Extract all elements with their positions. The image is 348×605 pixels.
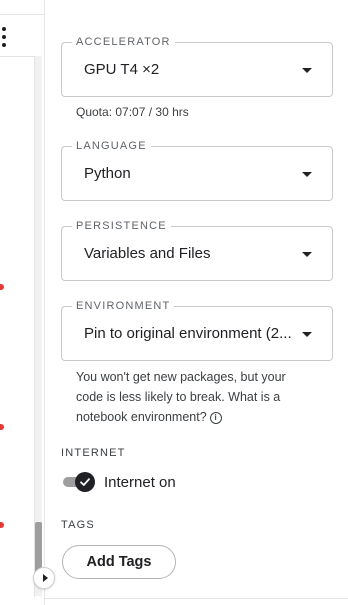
helper-line: code is less likely to break. What is a bbox=[76, 390, 281, 404]
persistence-select[interactable]: PERSISTENCE Variables and Files bbox=[61, 219, 333, 281]
persistence-value: Variables and Files bbox=[84, 245, 211, 262]
internet-toggle-label[interactable]: Internet on bbox=[104, 474, 176, 492]
check-icon bbox=[80, 478, 90, 486]
scrollbar[interactable] bbox=[35, 56, 42, 596]
divider bbox=[0, 14, 44, 15]
internet-toggle[interactable] bbox=[63, 472, 97, 492]
cell-gutter bbox=[0, 56, 35, 597]
persistence-label: PERSISTENCE bbox=[72, 219, 171, 233]
accelerator-select[interactable]: ACCELERATOR GPU T4 ×2 bbox=[61, 35, 333, 97]
quota-text: Quota: 07:07 / 30 hrs bbox=[76, 105, 189, 119]
language-select[interactable]: LANGUAGE Python bbox=[61, 139, 333, 201]
editor-strip bbox=[0, 0, 45, 605]
caret-down-icon bbox=[302, 332, 312, 337]
expand-panel-button[interactable] bbox=[33, 567, 55, 589]
environment-select[interactable]: ENVIRONMENT Pin to original environment … bbox=[61, 299, 333, 361]
environment-value: Pin to original environment (2... bbox=[84, 325, 292, 342]
helper-line: You won't get new packages, but your bbox=[76, 370, 286, 384]
caret-down-icon bbox=[302, 68, 312, 73]
play-arrow-icon bbox=[42, 574, 48, 582]
info-icon[interactable]: i bbox=[209, 412, 222, 424]
accelerator-label: ACCELERATOR bbox=[72, 35, 175, 49]
internet-label: INTERNET bbox=[61, 447, 126, 459]
helper-line: notebook environment? i bbox=[76, 407, 286, 427]
environment-help-link[interactable]: notebook environment? bbox=[76, 410, 207, 424]
language-value: Python bbox=[84, 165, 131, 182]
language-label: LANGUAGE bbox=[72, 139, 151, 153]
add-tags-button[interactable]: Add Tags bbox=[62, 545, 176, 579]
caret-down-icon bbox=[302, 252, 312, 257]
divider bbox=[44, 598, 348, 599]
environment-helper: You won't get new packages, but your cod… bbox=[76, 367, 286, 427]
caret-down-icon bbox=[302, 172, 312, 177]
accelerator-value: GPU T4 ×2 bbox=[84, 61, 160, 78]
environment-label: ENVIRONMENT bbox=[72, 299, 175, 313]
tags-label: TAGS bbox=[61, 519, 95, 531]
toggle-knob bbox=[75, 472, 95, 492]
kebab-menu-icon[interactable] bbox=[0, 27, 8, 47]
